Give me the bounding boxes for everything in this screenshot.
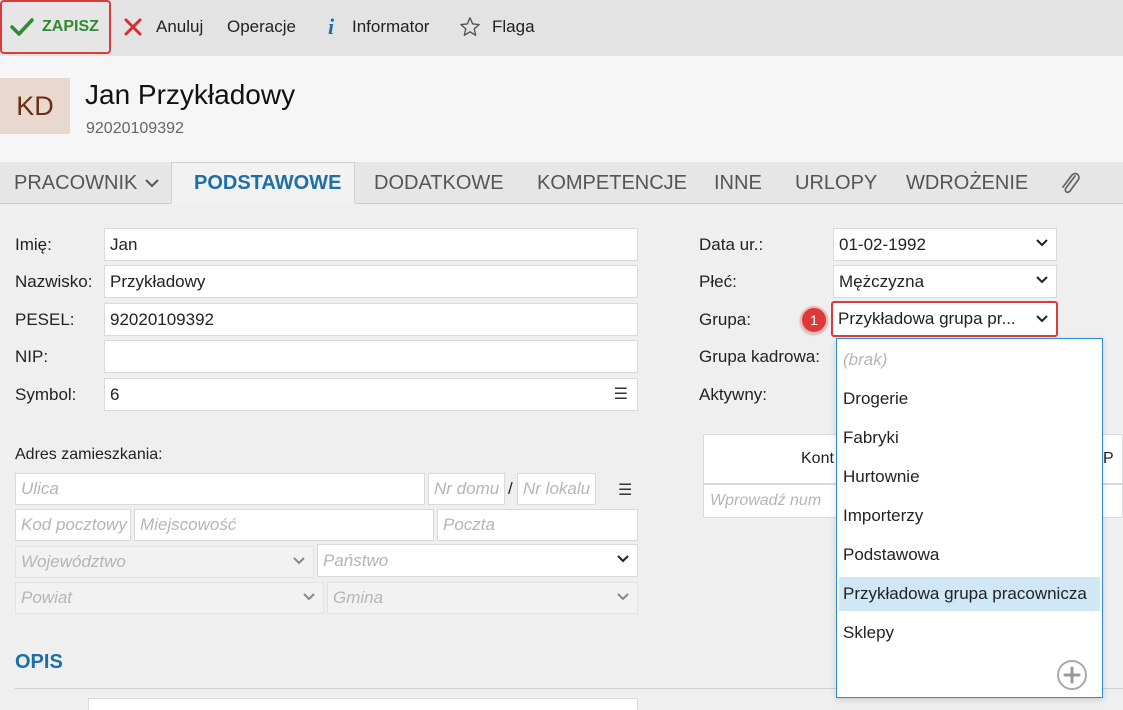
voivodeship-select[interactable]: Województwo — [15, 546, 314, 578]
flag-label: Flaga — [492, 17, 535, 36]
pesel-label: PESEL: — [15, 310, 75, 329]
add-group-icon[interactable] — [1056, 659, 1088, 691]
nip-label: NIP: — [15, 347, 49, 366]
county-select[interactable]: Powiat — [15, 582, 324, 614]
tab-attachments[interactable] — [1058, 162, 1082, 204]
street-field[interactable]: Ulica — [15, 473, 425, 505]
section-opis-title: OPIS — [15, 651, 63, 673]
country-placeholder: Państwo — [323, 550, 389, 570]
tab-pracownik[interactable]: PRACOWNIK — [14, 162, 160, 204]
group-value: Przykładowa grupa pr... — [838, 309, 1016, 328]
address-slash: / — [508, 479, 513, 498]
address-label: Adres zamieszkania: — [15, 446, 163, 463]
info-icon: i — [327, 14, 335, 39]
pesel-field[interactable]: 92020109392 — [104, 303, 638, 336]
post-office-field[interactable]: Poczta — [437, 509, 638, 541]
group-dropdown-list: (brak) Drogerie Fabryki Hurtownie Import… — [836, 338, 1103, 698]
group-option-podstawowa[interactable]: Podstawowa — [839, 538, 1100, 572]
birth-date-field[interactable]: 01-02-1992 — [833, 228, 1057, 261]
cancel-button[interactable]: Anuluj — [124, 0, 203, 54]
group-option-sklepy[interactable]: Sklepy — [839, 616, 1100, 650]
informator-label: Informator — [352, 17, 430, 36]
group-option-przykladowa[interactable]: Przykładowa grupa pracownicza — [839, 577, 1100, 611]
group-select[interactable]: Przykładowa grupa pr... — [831, 301, 1058, 337]
nazwisko-label: Nazwisko: — [15, 272, 93, 291]
house-number-field[interactable]: Nr domu — [428, 473, 505, 505]
grid-header-p: P — [1103, 450, 1114, 467]
cancel-label: Anuluj — [156, 17, 204, 36]
chevron-down-icon — [145, 179, 160, 188]
operations-button[interactable]: Operacje — [227, 0, 296, 54]
save-button[interactable]: ZAPISZ — [0, 0, 111, 54]
group-option-none[interactable]: (brak) — [839, 343, 1100, 377]
group-label: Grupa: — [699, 310, 751, 329]
postal-code-field[interactable]: Kod pocztowy — [15, 509, 131, 541]
imie-field[interactable]: Jan — [104, 228, 638, 261]
chevron-down-icon — [617, 593, 629, 601]
active-label: Aktywny: — [699, 385, 768, 404]
tab-pracownik-label: PRACOWNIK — [14, 171, 138, 194]
group-option-drogerie[interactable]: Drogerie — [839, 382, 1100, 416]
chevron-down-icon — [1036, 276, 1048, 284]
city-field[interactable]: Miejscowość — [134, 509, 434, 541]
chevron-down-icon — [293, 557, 305, 565]
apartment-number-field[interactable]: Nr lokalu — [517, 473, 596, 505]
nazwisko-field[interactable]: Przykładowy — [104, 265, 638, 298]
menu-icon[interactable]: ☰ — [614, 384, 628, 404]
address-menu-icon[interactable]: ☰ — [618, 480, 632, 500]
save-label: ZAPISZ — [42, 18, 99, 35]
birth-date-label: Data ur.: — [699, 235, 764, 254]
close-icon — [124, 18, 142, 36]
personnel-group-label: Grupa kadrowa: — [699, 347, 820, 366]
grid-header-kont: Kont — [801, 450, 834, 467]
imie-label: Imię: — [15, 235, 52, 254]
paperclip-icon — [1062, 172, 1080, 194]
symbol-label: Symbol: — [15, 385, 77, 404]
toolbar: ZAPISZ Anuluj Operacje i Informator Flag… — [0, 0, 1123, 56]
symbol-field[interactable]: 6 ☰ — [104, 378, 638, 411]
nip-field[interactable] — [104, 340, 638, 373]
star-icon — [460, 17, 480, 36]
opis-field[interactable] — [88, 698, 638, 710]
tab-podstawowe[interactable]: PODSTAWOWE — [171, 162, 356, 204]
employee-name: Jan Przykładowy — [85, 79, 296, 110]
tab-kompetencje[interactable]: KOMPETENCJE — [537, 162, 687, 204]
county-placeholder: Powiat — [21, 588, 73, 607]
flag-button[interactable]: Flaga — [459, 0, 535, 54]
tab-inne[interactable]: INNE — [714, 162, 762, 204]
chevron-down-icon — [1036, 239, 1048, 247]
chevron-down-icon — [1036, 315, 1048, 323]
group-option-hurtownie[interactable]: Hurtownie — [839, 460, 1100, 494]
employee-pesel: 92020109392 — [86, 120, 184, 137]
tab-bar: PRACOWNIK PODSTAWOWE DODATKOWE KOMPETENC… — [0, 162, 1123, 204]
symbol-value: 6 — [110, 384, 120, 404]
chevron-down-icon — [617, 555, 629, 563]
tab-urlopy[interactable]: URLOPY — [795, 162, 877, 204]
gender-label: Płeć: — [699, 272, 737, 291]
voivodeship-placeholder: Województwo — [21, 552, 126, 571]
avatar: KD — [0, 78, 70, 134]
country-select[interactable]: Państwo — [317, 544, 638, 577]
tab-wdrozenie[interactable]: WDROŻENIE — [906, 162, 1028, 204]
municipality-placeholder: Gmina — [333, 588, 384, 607]
checkmark-icon — [10, 18, 34, 36]
group-option-importerzy[interactable]: Importerzy — [839, 499, 1100, 533]
municipality-select[interactable]: Gmina — [327, 582, 638, 614]
birth-date-value: 01-02-1992 — [839, 234, 926, 254]
tab-podstawowe-label: PODSTAWOWE — [194, 171, 342, 194]
gender-select[interactable]: Mężczyzna — [833, 265, 1057, 298]
operations-label: Operacje — [227, 17, 296, 36]
gender-value: Mężczyzna — [839, 271, 925, 291]
tab-dodatkowe[interactable]: DODATKOWE — [374, 162, 504, 204]
step-marker-group: 1 — [800, 306, 828, 334]
chevron-down-icon — [303, 593, 315, 601]
informator-button[interactable]: i Informator — [323, 0, 430, 54]
group-option-fabryki[interactable]: Fabryki — [839, 421, 1100, 455]
